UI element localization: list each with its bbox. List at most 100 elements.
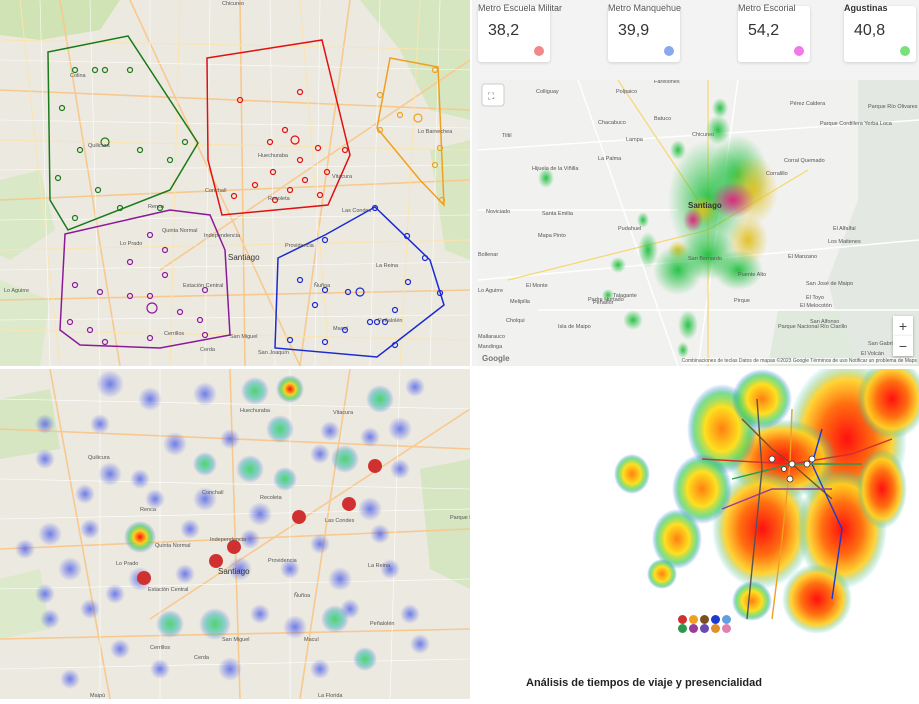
zoom-in-button[interactable]: + (893, 316, 913, 336)
kpi-label: Metro Manquehue (608, 3, 682, 13)
label-tiltil: Tiltil (502, 133, 512, 139)
kpi-color-dot (794, 46, 804, 56)
label-quilicura: Quilicura (88, 455, 111, 461)
zone-map-svg: Colina Quilicura Renca Huechuraba Concha… (0, 0, 470, 366)
label-bollenar: Bollenar (478, 252, 498, 258)
label-isla-de-maipo: Isla de Maipo (558, 324, 591, 330)
label-el-manzano: El Manzano (788, 254, 817, 260)
kpi-value: 40,8 (854, 22, 886, 39)
label-santa-emilia: Santa Emilia (542, 211, 574, 217)
kpi-card-escuela-militar: Metro Escuela Militar 38,2 (478, 3, 562, 62)
label-vitacura: Vitacura (332, 174, 353, 180)
label-corralillo: Corralillo (766, 171, 788, 177)
label-recoleta: Recoleta (260, 495, 283, 501)
label-vitacura: Vitacura (333, 410, 354, 416)
label-pudahuel: Pudahuel (618, 226, 641, 232)
label-lo-prado: Lo Prado (116, 561, 138, 567)
label-la-reina: La Reina (368, 563, 391, 569)
google-map[interactable]: ⛶ Colliguay Polpaico Batuco Chicureo Til… (478, 80, 919, 366)
label-mallarauco: Mallarauco (478, 334, 505, 340)
analysis-caption: Análisis de tiempos de viaje y presencia… (526, 677, 762, 689)
label-el-toyo: El Toyo (806, 295, 824, 301)
label-san-joaquin: San Joaquín (258, 350, 289, 356)
label-quilicura: Quilicura (88, 143, 111, 149)
label-la-palma: La Palma (598, 156, 622, 162)
label-lo-barnechea: Lo Barnechea (418, 129, 453, 135)
label-renca: Renca (140, 507, 157, 513)
label-san-miguel: San Miguel (230, 334, 258, 340)
label-la-florida: La Florida (318, 693, 343, 699)
label-estacion-central: Estación Central (183, 283, 223, 289)
label-noviciado: Noviciado (486, 209, 510, 215)
kpi-value: 39,9 (618, 22, 650, 39)
metro-line-8-icon (711, 624, 720, 633)
label-lampa: Lampa (626, 137, 644, 143)
label-el-alfalfal: El Alfalfal (833, 226, 856, 232)
label-chicureo: Chicureo (222, 1, 244, 7)
label-el-monte: El Monte (526, 283, 548, 289)
metro-line-1-icon (678, 615, 687, 624)
label-talagante: Talagante (613, 293, 637, 299)
label-lo-prado: Lo Prado (120, 241, 142, 247)
zoom-out-button[interactable]: − (893, 336, 913, 356)
kpi-card-manquehue: Metro Manquehue 39,9 (608, 3, 682, 62)
kpi-label: Agustinas (844, 3, 888, 13)
google-map-svg: ⛶ Colliguay Polpaico Batuco Chicureo Til… (478, 80, 919, 366)
label-las-condes: Las Condes (325, 518, 355, 524)
label-parque-olivares: Parque Río Olivares (868, 104, 918, 110)
zone-polygon-map[interactable]: Colina Quilicura Renca Huechuraba Concha… (0, 0, 470, 366)
metro-line-9-icon (722, 624, 731, 633)
label-mandinga: Mandinga (478, 344, 503, 350)
label-huechuraba: Huechuraba (258, 153, 289, 159)
label-santiago: Santiago (218, 567, 250, 576)
map-attribution[interactable]: Combinaciones de teclas Datos de mapas ©… (681, 358, 917, 364)
label-farellones: Farellones (654, 80, 680, 85)
google-logo: Google (482, 354, 510, 363)
label-polpaico: Polpaico (616, 89, 637, 95)
kpi-color-dot (664, 46, 674, 56)
kpi-label: Metro Escorial (738, 3, 796, 13)
label-macul: Macul (333, 326, 348, 332)
label-lo-aguirre: Lo Aguirre (478, 288, 503, 294)
label-parque-aguas: Parque Natural Aguas de Ramón (450, 515, 470, 521)
label-penaflor: Peñaflor (593, 300, 614, 306)
label-cerda: Cerda (200, 347, 216, 353)
blue-heatmap-svg: Huechuraba Quilicura Renca Conchalí Reco… (0, 369, 470, 699)
kpi-color-dot (900, 46, 910, 56)
metro-line-7-icon (700, 624, 709, 633)
label-chacabuco: Chacabuco (598, 120, 626, 126)
label-cerrillos: Cerrillos (164, 331, 184, 337)
svg-text:⛶: ⛶ (487, 91, 495, 101)
kpi-value: 38,2 (488, 22, 520, 39)
metro-line-6-icon (689, 624, 698, 633)
label-san-alfonso: San Alfonso (810, 319, 839, 325)
blue-heatmap-map[interactable]: Huechuraba Quilicura Renca Conchalí Reco… (0, 369, 470, 699)
kpi-label: Metro Escuela Militar (478, 3, 563, 13)
label-san-jose: San José de Maipo (806, 281, 853, 287)
metro-line-3-icon (700, 615, 709, 624)
label-huechuraba: Huechuraba (240, 408, 271, 414)
metro-line-4-icon (711, 615, 720, 624)
label-penalolen: Peñalolén (378, 318, 402, 324)
label-hijuela: Hijuela de la Viñilla (532, 166, 579, 172)
label-quinta-normal: Quinta Normal (162, 228, 197, 234)
kpi-value: 54,2 (748, 22, 780, 39)
label-mapa-pinto: Mapa Pinto (538, 233, 566, 239)
label-cerrillos: Cerrillos (150, 645, 170, 651)
label-pirque: Pirque (734, 298, 750, 304)
google-heatmap-panel: Metro Escuela Militar 38,2 Metro Manqueh… (472, 0, 919, 366)
label-providencia: Providencia (285, 243, 315, 249)
label-nunoa: Ñuñoa (294, 592, 311, 599)
metro-heatmap-panel: Análisis de tiempos de viaje y presencia… (472, 369, 919, 704)
label-perez-caldera: Pérez Caldera (790, 101, 826, 107)
label-san-miguel: San Miguel (222, 637, 250, 643)
label-macul: Macul (304, 637, 319, 643)
label-san-bernardo: San Bernardo (688, 256, 722, 262)
label-maipu: Maipú (90, 693, 105, 699)
label-quinta-normal: Quinta Normal (155, 543, 190, 549)
metro-line-2-icon (689, 615, 698, 624)
label-el-volcan: El Volcán (861, 351, 884, 357)
label-las-condes: Las Condes (342, 208, 372, 214)
label-cholqui: Cholqui (506, 318, 525, 324)
label-el-melocoton: El Melocotón (800, 303, 832, 309)
